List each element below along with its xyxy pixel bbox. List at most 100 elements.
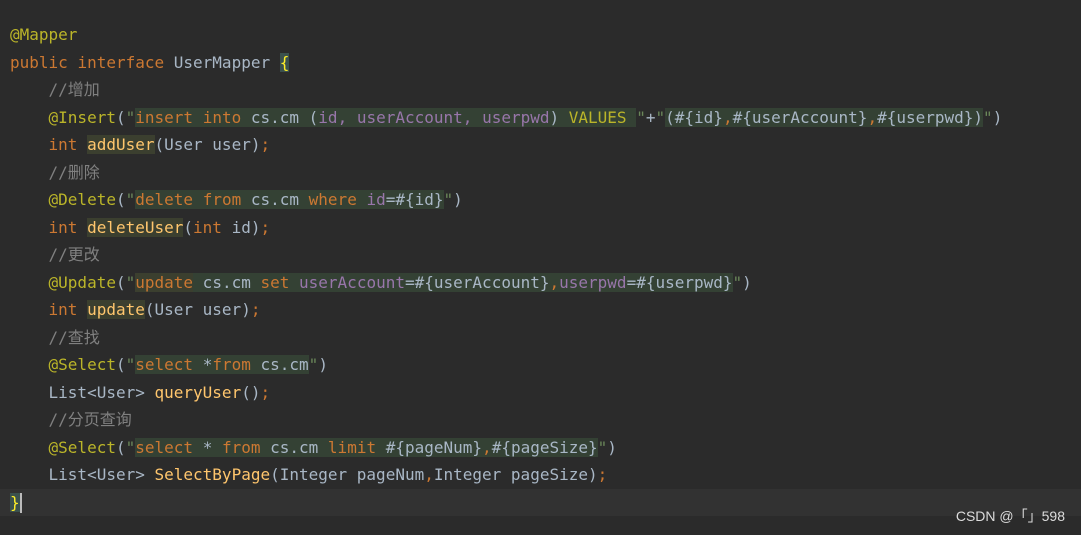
code-token: ( — [115, 107, 126, 127]
code-line[interactable]: @Select("select *from cs.cm") — [0, 351, 1081, 378]
code-line[interactable]: List<User> queryUser(); — [0, 379, 1081, 406]
code-token: #{userAccount} — [732, 107, 868, 127]
code-token: insert — [135, 107, 203, 127]
code-token: " — [443, 190, 454, 209]
code-token: int — [193, 217, 232, 237]
code-token: , — [424, 465, 434, 484]
code-token: UserMapper — [173, 52, 280, 72]
code-token: ; — [250, 300, 261, 319]
code-token: int — [48, 300, 88, 319]
code-token: () — [241, 382, 261, 402]
code-token: , — [722, 107, 733, 127]
code-editor[interactable]: @Mapper public interface UserMapper { //增… — [0, 0, 1081, 535]
code-token: from — [212, 355, 261, 374]
code-token: " — [125, 355, 136, 374]
code-token: limit — [327, 437, 386, 457]
code-token: //删除 — [10, 162, 100, 182]
code-token: List<User> — [10, 465, 155, 484]
code-token: List<User> — [10, 382, 155, 402]
code-token: #{pageSize} — [491, 437, 598, 457]
code-token: cs.cm — [193, 272, 261, 292]
code-token: public — [10, 52, 78, 72]
code-line[interactable]: //更改 — [0, 241, 1081, 268]
code-token: ) — [973, 107, 984, 127]
code-token: into — [202, 107, 251, 127]
code-token: int — [48, 217, 88, 237]
code-line[interactable]: } — [0, 488, 1081, 516]
code-token: id) — [231, 217, 261, 237]
text-caret — [19, 493, 22, 513]
code-token: #{userpwd} — [877, 107, 974, 127]
code-line[interactable]: @Mapper — [0, 21, 1081, 48]
code-line[interactable]: @Select("select * from cs.cm limit #{pag… — [0, 434, 1081, 461]
code-line[interactable]: @Insert("insert into cs.cm (id, userAcco… — [0, 104, 1081, 131]
code-token: ) — [318, 355, 328, 374]
code-token: deleteUser — [87, 217, 184, 237]
code-token: cs.cm — [270, 437, 328, 457]
code-token: //更改 — [10, 245, 100, 264]
code-line[interactable]: //增加 — [0, 76, 1081, 103]
code-text: @Insert("insert into cs.cm (id, userAcco… — [10, 104, 1002, 131]
code-token: #{userAccount} — [414, 272, 550, 292]
code-token: VALUES — [568, 107, 637, 127]
code-token: ; — [260, 135, 271, 154]
code-token: @Insert — [48, 107, 116, 127]
code-token: ; — [260, 217, 271, 237]
code-token: " — [125, 437, 136, 457]
code-token: ( — [115, 355, 126, 374]
code-token: (Integer pageNum — [270, 465, 425, 484]
code-token: , — [549, 272, 560, 292]
csdn-watermark: CSDN @「」598 — [955, 508, 1065, 524]
code-token: (User user) — [154, 135, 261, 154]
code-line[interactable]: int deleteUser(int id); — [0, 214, 1081, 241]
code-token: #{id} — [674, 107, 723, 127]
code-text: //更改 — [10, 241, 100, 268]
code-token: id — [366, 190, 386, 209]
code-line[interactable]: int update(User user); — [0, 296, 1081, 323]
code-line[interactable]: //删除 — [0, 159, 1081, 186]
code-token: ; — [260, 382, 271, 402]
code-token: userpwd — [482, 107, 550, 127]
code-text: int deleteUser(int id); — [10, 214, 270, 241]
code-token: @Mapper — [10, 25, 78, 44]
code-line[interactable]: //查找 — [0, 324, 1081, 351]
code-token: = — [385, 190, 396, 209]
code-token: from — [202, 190, 251, 209]
code-token: update — [87, 300, 145, 319]
code-token: Integer pageSize) — [433, 465, 598, 484]
code-token: ) — [742, 272, 752, 292]
code-token: //分页查询 — [10, 410, 132, 429]
code-line[interactable]: int addUser(User user); — [0, 131, 1081, 158]
code-text: //查找 — [10, 324, 100, 351]
code-line[interactable]: @Delete("delete from cs.cm where id=#{id… — [0, 186, 1081, 213]
code-token: } — [10, 492, 20, 512]
code-text: } — [10, 489, 22, 516]
code-token: #{pageNum} — [385, 437, 483, 457]
code-line[interactable]: //分页查询 — [0, 406, 1081, 433]
code-token: cs.cm — [250, 190, 309, 209]
code-token: int — [48, 135, 88, 154]
code-token: @Delete — [48, 190, 116, 209]
code-line[interactable]: @Update("update cs.cm set userAccount=#{… — [0, 269, 1081, 296]
code-token: #{id} — [395, 190, 444, 209]
code-line[interactable]: public interface UserMapper { — [0, 49, 1081, 76]
code-token: " — [636, 107, 646, 127]
code-token: ) — [607, 437, 617, 457]
code-token: set — [260, 272, 300, 292]
code-token: ) — [992, 107, 1003, 127]
code-token: = — [404, 272, 415, 292]
code-token: where — [308, 190, 367, 209]
code-text: @Update("update cs.cm set userAccount=#{… — [10, 269, 752, 296]
code-text: @Delete("delete from cs.cm where id=#{id… — [10, 186, 463, 213]
code-token: { — [279, 52, 290, 72]
code-line[interactable]: List<User> SelectByPage(Integer pageNum,… — [0, 461, 1081, 488]
code-text: List<User> SelectByPage(Integer pageNum,… — [10, 461, 608, 488]
code-token: " — [597, 437, 608, 457]
code-token: addUser — [87, 135, 155, 154]
code-token: * — [202, 437, 222, 457]
code-token: * — [202, 355, 213, 374]
code-token: SelectByPage — [154, 465, 271, 484]
code-token: " — [983, 107, 993, 127]
